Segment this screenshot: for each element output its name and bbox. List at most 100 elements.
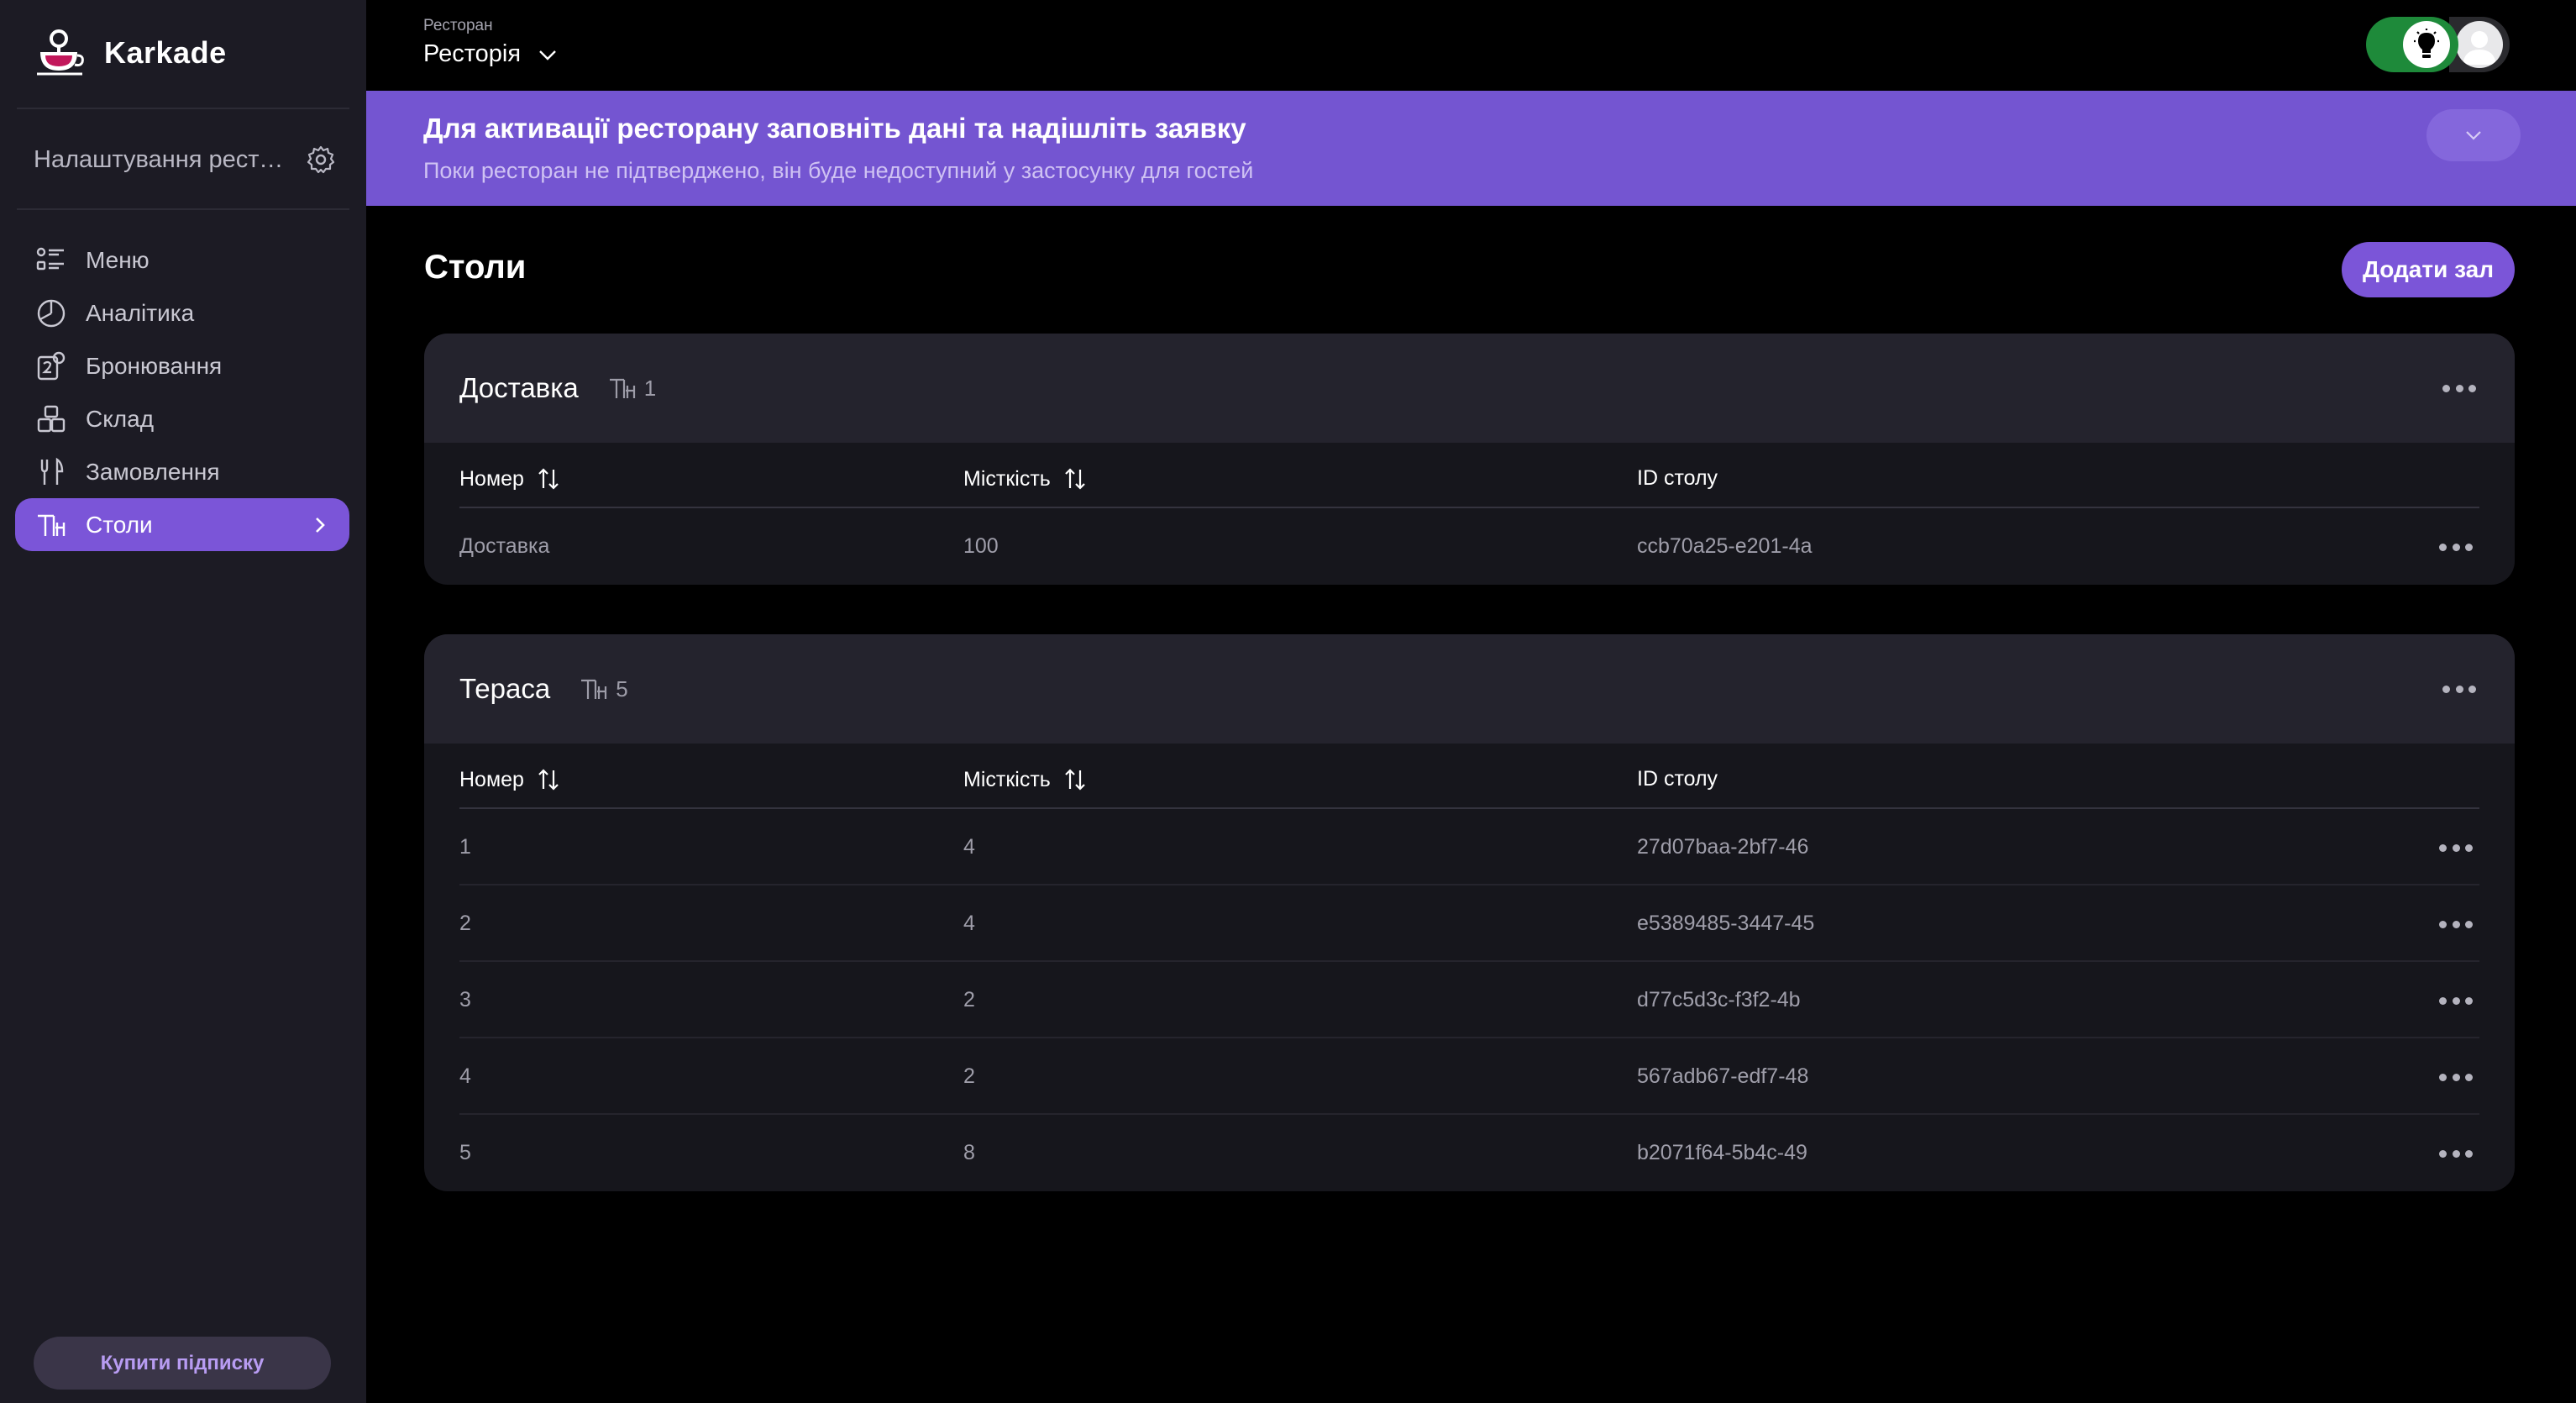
sidebar-nav: Меню Аналітика Бронювання Склад Замовлен… [15, 234, 349, 551]
gear-icon[interactable] [306, 145, 336, 175]
brand-name: Karkade [104, 35, 227, 70]
boxes-icon [37, 405, 66, 432]
sidebar-item-booking[interactable]: Бронювання [15, 339, 349, 392]
hall-count-value: 5 [616, 675, 628, 702]
sidebar-item-warehouse[interactable]: Склад [15, 392, 349, 445]
hall-table-count: 5 [579, 674, 628, 704]
toggle-knob [2403, 21, 2450, 68]
column-header-capacity[interactable]: Місткість [963, 466, 1088, 491]
column-header-number[interactable]: Номер [459, 767, 561, 792]
cell-table-id: 567adb67-edf7-48 [1637, 1064, 1809, 1088]
row-more-icon[interactable] [2439, 1148, 2473, 1159]
sidebar-item-label: Замовлення [86, 458, 220, 485]
chevron-down-icon [539, 50, 556, 60]
cell-capacity: 100 [963, 534, 999, 558]
row-more-icon[interactable] [2439, 843, 2473, 853]
column-header-number[interactable]: Номер [459, 466, 561, 491]
banner-title: Для активації ресторану заповніть дані т… [423, 113, 1246, 144]
karkade-logo-icon [37, 29, 84, 76]
hall-name: Тераса [459, 673, 551, 704]
cell-number: Доставка [459, 534, 550, 558]
hall-header: Тераса 5 [424, 634, 2515, 744]
hall-count-value: 1 [643, 375, 657, 401]
restaurant-settings-label: Налаштування ресторану [34, 145, 294, 173]
row-more-icon[interactable] [2439, 919, 2473, 929]
user-icon [2463, 31, 2496, 65]
cell-table-id: 27d07baa-2bf7-46 [1637, 835, 1809, 859]
activation-banner: Для активації ресторану заповніть дані т… [366, 91, 2576, 206]
table-row[interactable]: 2 4 e5389485-3447-45 [459, 885, 2479, 962]
sidebar-item-label: Склад [86, 405, 155, 432]
column-header-table-id: ID столу [1637, 767, 1718, 791]
hall-more-icon[interactable] [2442, 383, 2476, 393]
sidebar-item-menu[interactable]: Меню [15, 234, 349, 286]
column-header-table-id: ID столу [1637, 466, 1718, 491]
cell-capacity: 8 [963, 1141, 975, 1164]
chevron-down-icon [2466, 131, 2481, 140]
cell-number: 4 [459, 1064, 471, 1088]
buy-subscription-button[interactable]: Купити підписку [34, 1337, 331, 1390]
page-title: Столи [424, 249, 527, 286]
sidebar-item-orders[interactable]: Замовлення [15, 445, 349, 498]
cell-table-id: d77c5d3c-f3f2-4b [1637, 988, 1801, 1012]
hall-table-count: 1 [607, 373, 656, 403]
column-header-capacity[interactable]: Місткість [963, 767, 1088, 792]
sort-icon[interactable] [1062, 767, 1088, 792]
column-label: Номер [459, 466, 524, 491]
cutlery-icon [40, 457, 64, 485]
menu-list-icon [36, 247, 64, 270]
table-icon [38, 514, 66, 536]
banner-expand-button[interactable] [2426, 109, 2521, 161]
row-more-icon[interactable] [2439, 996, 2473, 1006]
column-label: Місткість [963, 767, 1051, 791]
table-row[interactable]: 5 8 b2071f64-5b4c-49 [459, 1115, 2479, 1191]
sidebar-item-analytics[interactable]: Аналітика [15, 286, 349, 339]
restaurant-settings[interactable]: Налаштування ресторану [34, 134, 336, 185]
cell-table-id: ccb70a25-e201-4a [1637, 534, 1813, 558]
brand[interactable]: Karkade [34, 24, 227, 82]
hall-card: Доставка 1 Номер Місткість ID столу Дост… [424, 334, 2515, 585]
cell-number: 5 [459, 1141, 471, 1164]
add-hall-button[interactable]: Додати зал [2342, 242, 2515, 297]
restaurant-selector[interactable]: Ресторія [423, 40, 558, 68]
table-row[interactable]: 3 2 d77c5d3c-f3f2-4b [459, 962, 2479, 1038]
table-row[interactable]: Доставка 100 ccb70a25-e201-4a [459, 508, 2479, 585]
cell-capacity: 2 [963, 1064, 975, 1088]
avatar [2456, 21, 2503, 68]
sort-icon[interactable] [1062, 466, 1088, 491]
table-header: Номер Місткість ID столу [459, 443, 2479, 508]
hall-more-icon[interactable] [2442, 684, 2476, 694]
cell-number: 2 [459, 912, 471, 935]
hall-card: Тераса 5 Номер Місткість ID столу 1 4 27… [424, 634, 2515, 1191]
sidebar-item-tables[interactable]: Столи [15, 498, 349, 551]
banner-subtitle: Поки ресторан не підтверджено, він буде … [423, 158, 1254, 183]
theme-toggle[interactable] [2366, 17, 2458, 72]
sidebar-item-label: Столи [86, 511, 153, 538]
cell-capacity: 4 [963, 912, 975, 935]
column-label: Місткість [963, 466, 1051, 491]
sidebar: Karkade Налаштування ресторану Меню Анал… [0, 0, 366, 1403]
hall-header: Доставка 1 [424, 334, 2515, 443]
table-row[interactable]: 4 2 567adb67-edf7-48 [459, 1038, 2479, 1115]
cell-capacity: 2 [963, 988, 975, 1012]
sort-icon[interactable] [536, 767, 561, 792]
restaurant-caption: Ресторан [423, 17, 493, 34]
hall-name: Доставка [459, 372, 579, 403]
column-label: Номер [459, 767, 524, 791]
row-more-icon[interactable] [2439, 1072, 2473, 1082]
sort-icon[interactable] [536, 466, 561, 491]
lightbulb-icon [2414, 29, 2439, 58]
cell-capacity: 4 [963, 835, 975, 859]
table-icon [581, 679, 607, 699]
sidebar-item-label: Аналітика [86, 299, 195, 326]
column-label: ID столу [1637, 767, 1718, 791]
sidebar-divider [17, 208, 349, 210]
topbar: Ресторан Ресторія [366, 0, 2576, 91]
cell-number: 1 [459, 835, 471, 859]
row-more-icon[interactable] [2439, 542, 2473, 552]
table-row[interactable]: 1 4 27d07baa-2bf7-46 [459, 809, 2479, 885]
table-icon [609, 378, 635, 398]
pie-chart-icon [37, 299, 66, 327]
cell-table-id: b2071f64-5b4c-49 [1637, 1141, 1807, 1164]
column-label: ID столу [1637, 466, 1718, 490]
